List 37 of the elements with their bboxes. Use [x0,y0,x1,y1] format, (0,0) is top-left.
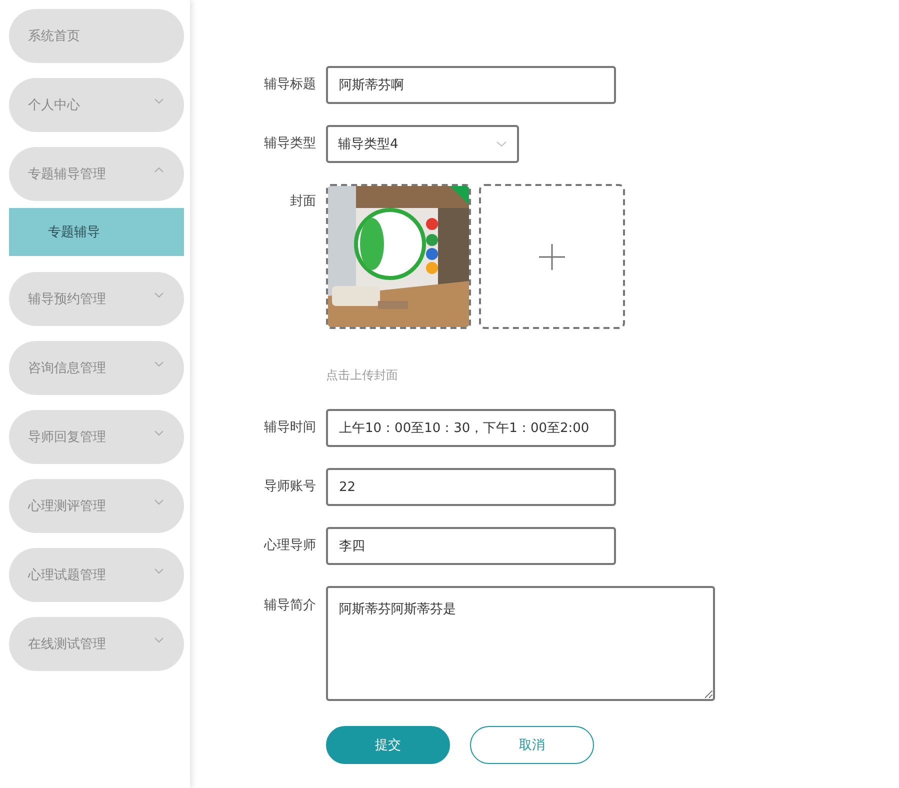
menu-item[interactable]: 咨询信息管理 [9,341,184,395]
chevron-icon [154,98,164,104]
textarea-input[interactable]: 阿斯蒂芬阿斯蒂芬是 [326,586,715,701]
field-label: 辅导标题 [263,76,316,94]
field-label: 封面 [289,193,316,211]
menu-item[interactable]: 专题辅导管理 [9,147,184,201]
menu-item[interactable]: 导师回复管理 [9,410,184,464]
field-label: 辅导简介 [263,597,316,615]
menu-item[interactable]: 个人中心 [9,78,184,132]
chevron-icon [154,167,164,173]
field-label: 辅导类型 [263,135,316,153]
chevron-icon [154,292,164,298]
field-label: 辅导时间 [263,419,316,437]
text-input[interactable]: 李四 [326,527,616,565]
chevron-icon [154,637,164,643]
menu-item[interactable]: 心理测评管理 [9,479,184,533]
chevron-icon [154,430,164,436]
submenu-item[interactable]: 专题辅导 [9,208,184,256]
submit-button[interactable]: 提交 [326,726,450,764]
chevron-icon [496,141,507,147]
text-input[interactable]: 上午10：00至10：30，下午1：00至2:00 [326,409,616,447]
chevron-icon [154,499,164,505]
menu-item[interactable]: 辅导预约管理 [9,272,184,326]
menu-item[interactable]: 系统首页 [9,9,184,63]
select-field[interactable]: 辅导类型4 [326,125,519,163]
text-input[interactable]: 22 [326,468,616,506]
menu-item[interactable]: 在线测试管理 [9,617,184,671]
field-label: 心理导师 [262,537,316,555]
field-label: 导师账号 [263,478,316,496]
chevron-icon [154,568,164,574]
text-input[interactable]: 阿斯蒂芬啊 [326,66,616,104]
upload-hint: 点击上传封面 [326,367,399,384]
menu-item[interactable]: 心理试题管理 [9,548,184,602]
chevron-icon [154,361,164,367]
plus-icon [538,242,566,270]
upload-button[interactable] [479,184,625,329]
cancel-button[interactable]: 取消 [470,726,594,764]
